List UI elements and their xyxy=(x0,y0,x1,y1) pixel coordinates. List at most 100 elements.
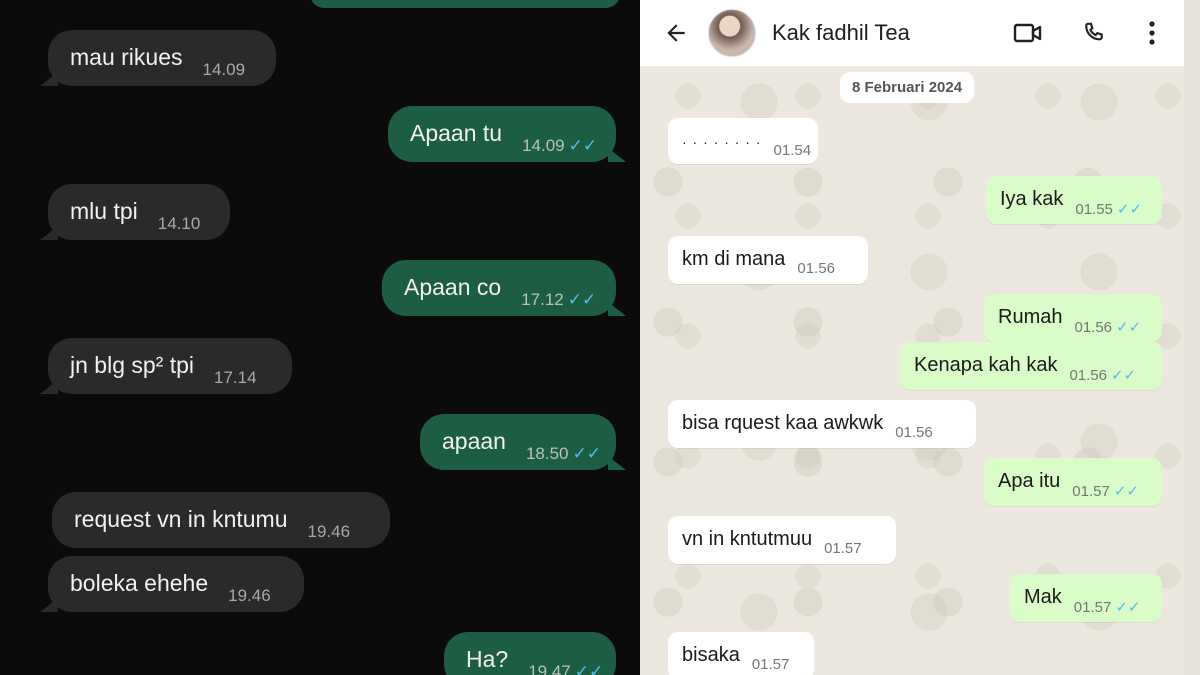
message-text: mau rikues xyxy=(70,44,183,70)
message-bubble-incoming[interactable]: request vn in kntumu 19.46 xyxy=(52,492,390,548)
time-label: 01.56 xyxy=(1074,318,1113,336)
time-label: 14.09 xyxy=(522,136,565,155)
message-bubble-incoming[interactable]: mau rikues 14.09 xyxy=(40,30,276,86)
message-bubble-incoming[interactable]: jn blg sp² tpi 17.14 xyxy=(40,338,292,394)
message-text: Apaan co xyxy=(404,274,502,300)
message-text: apaan xyxy=(442,428,506,454)
message-time: 01.57 ✓✓ xyxy=(1072,482,1139,501)
read-receipt-icon: ✓✓ xyxy=(1116,201,1143,218)
read-receipt-icon: ✓✓ xyxy=(567,290,597,309)
time-label: 19.47 xyxy=(528,662,571,675)
time-label: 17.12 xyxy=(521,290,564,309)
time-label: 01.56 xyxy=(797,260,835,277)
message-time: 18.50 ✓✓ xyxy=(526,444,601,464)
message-text: Apaan tu xyxy=(410,120,503,146)
bubble-tail xyxy=(40,72,58,86)
time-label: 18.50 xyxy=(525,444,569,463)
message-time: 14.09 xyxy=(202,60,245,80)
time-label: 19.46 xyxy=(228,586,271,605)
bubble-tail xyxy=(608,456,626,470)
time-label: 14.10 xyxy=(157,214,201,233)
time-label: 01.57 xyxy=(1072,482,1110,500)
contact-name[interactable]: Kak fadhil Tea xyxy=(772,20,932,46)
message-text: vn in kntutmuu xyxy=(682,528,813,550)
message-time: 19.46 xyxy=(228,586,271,606)
message-time: 14.09 ✓✓ xyxy=(522,136,597,156)
message-time: 01.56 xyxy=(797,260,835,277)
message-text: Ha? xyxy=(466,646,509,672)
message-bubble-incoming[interactable]: bisa rquest kaa awkwk 01.56 xyxy=(668,400,976,448)
date-chip: 8 Februari 2024 xyxy=(840,72,975,103)
time-label: 01.56 xyxy=(1069,366,1107,384)
message-bubble-outgoing[interactable]: Mak 01.57 ✓✓ xyxy=(1010,574,1162,622)
screenshot-composite: mau rikues 14.09 Apaan tu 14.09 ✓✓ mlu tp… xyxy=(0,0,1200,675)
message-bubble-incoming[interactable]: · · · · · · · · 01.54 xyxy=(668,118,818,164)
message-bubble-outgoing[interactable]: Rumah 01.56 ✓✓ xyxy=(984,294,1162,342)
message-bubble-outgoing[interactable]: apaan 18.50 ✓✓ xyxy=(420,414,626,470)
time-label: 01.56 xyxy=(895,424,933,441)
message-time: 01.57 xyxy=(824,540,862,557)
message-time: 01.57 xyxy=(752,656,790,673)
message-time: 01.55 ✓✓ xyxy=(1075,200,1143,219)
message-bubble-outgoing[interactable]: Ha? 19.47 ✓✓ xyxy=(444,632,616,675)
message-text: km di mana xyxy=(682,248,786,270)
message-bubble-outgoing[interactable]: Iya kak 01.55 ✓✓ xyxy=(986,176,1162,224)
message-time: 17.12 ✓✓ xyxy=(521,290,596,310)
message-time: 01.56 xyxy=(895,424,933,441)
message-bubble-outgoing[interactable]: Apaan tu 14.09 ✓✓ xyxy=(388,106,626,162)
message-bubble-outgoing[interactable]: Kenapa kah kak 01.56 ✓✓ xyxy=(900,342,1162,390)
time-label: 19.46 xyxy=(307,522,351,541)
read-receipt-icon: ✓✓ xyxy=(1115,599,1141,616)
message-text: · · · · · · · · xyxy=(682,134,762,150)
chat-header: Kak fadhil Tea xyxy=(640,0,1184,66)
message-text: boleka ehehe xyxy=(70,570,209,596)
read-receipt-icon: ✓✓ xyxy=(568,136,598,155)
time-label: 01.57 xyxy=(751,656,790,673)
message-time: 01.56 ✓✓ xyxy=(1069,366,1137,385)
message-bubble-incoming[interactable]: mlu tpi 14.10 xyxy=(40,184,230,240)
time-label: 14.09 xyxy=(202,60,246,79)
message-time: 19.47 ✓✓ xyxy=(528,662,603,675)
message-time: 14.10 xyxy=(158,214,201,234)
video-camera-icon[interactable] xyxy=(1012,17,1044,49)
dark-chat-panel: mau rikues 14.09 Apaan tu 14.09 ✓✓ mlu tp… xyxy=(0,0,640,675)
read-receipt-icon: ✓✓ xyxy=(1113,483,1139,500)
message-time: 19.46 xyxy=(308,522,351,542)
bubble-tail xyxy=(40,226,58,240)
message-time: 01.56 ✓✓ xyxy=(1074,318,1142,337)
bubble-tail xyxy=(608,148,626,162)
message-bubble-incoming[interactable]: boleka ehehe 19.46 xyxy=(40,556,304,612)
message-text: Apa itu xyxy=(998,470,1061,492)
cropped-outgoing-bubble xyxy=(310,0,620,8)
message-text: Kenapa kah kak xyxy=(914,354,1058,376)
time-label: 01.57 xyxy=(1073,598,1112,616)
message-bubble-outgoing[interactable]: Apaan co 17.12 ✓✓ xyxy=(382,260,626,316)
read-receipt-icon: ✓✓ xyxy=(574,662,604,675)
message-text: Rumah xyxy=(998,306,1063,328)
message-bubble-incoming[interactable]: vn in kntutmuu 01.57 xyxy=(668,516,896,564)
read-receipt-icon: ✓✓ xyxy=(1110,367,1137,384)
whatsapp-chat-panel: Kak fadhil Tea 8 Februari 2024 · · · · ·… xyxy=(640,0,1200,675)
arrow-left-icon[interactable] xyxy=(662,19,690,47)
more-vertical-icon[interactable] xyxy=(1136,17,1168,49)
bubble-tail xyxy=(40,598,58,612)
message-text: bisaka xyxy=(682,644,740,666)
read-receipt-icon: ✓✓ xyxy=(572,444,602,463)
message-time: 01.57 ✓✓ xyxy=(1073,598,1141,617)
message-time: 01.54 xyxy=(774,142,812,159)
bubble-tail xyxy=(40,380,58,394)
screen-edge xyxy=(1184,0,1200,675)
phone-icon[interactable] xyxy=(1078,17,1110,49)
message-text: bisa rquest kaa awkwk xyxy=(682,412,884,434)
read-receipt-icon: ✓✓ xyxy=(1116,319,1142,336)
avatar[interactable] xyxy=(708,9,756,57)
message-bubble-incoming[interactable]: bisaka 01.57 xyxy=(668,632,814,675)
message-text: Iya kak xyxy=(1000,188,1064,210)
message-bubble-incoming[interactable]: km di mana 01.56 xyxy=(668,236,868,284)
time-label: 01.55 xyxy=(1075,200,1113,218)
message-bubble-outgoing[interactable]: Apa itu 01.57 ✓✓ xyxy=(984,458,1162,506)
time-label: 17.14 xyxy=(214,368,257,387)
message-text: request vn in kntumu xyxy=(74,506,288,532)
time-label: 01.57 xyxy=(824,540,862,557)
message-text: Mak xyxy=(1024,586,1062,608)
